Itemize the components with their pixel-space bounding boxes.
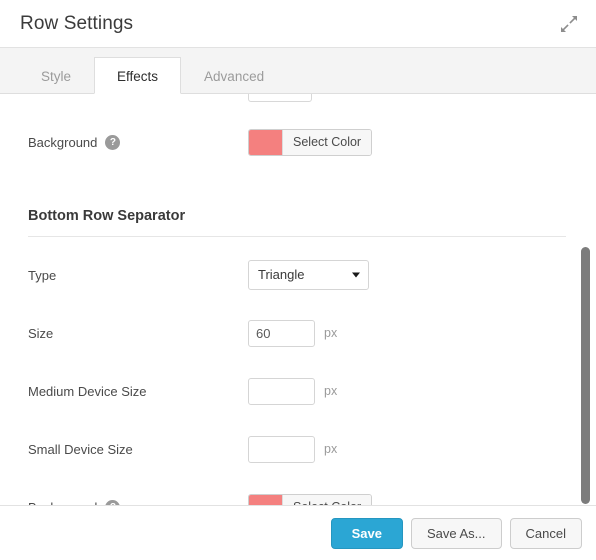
help-circle-icon[interactable]: ? [105,134,121,150]
settings-form: Background ? Select Color Bottom Row Sep… [0,94,596,505]
row-separator-background: Background ? Select Color [28,487,566,505]
separator-background-label-text: Background [28,500,97,506]
tab-advanced[interactable]: Advanced [181,57,287,94]
tab-style[interactable]: Style [18,57,94,94]
control-separator-background: Select Color [248,493,566,505]
small-device-size-label-text: Small Device Size [28,441,133,457]
select-color-button-label[interactable]: Select Color [282,129,372,155]
color-swatch[interactable] [249,494,282,505]
color-picker-separator-background[interactable]: Select Color [248,493,373,505]
type-select-wrapper: Triangle [248,260,369,290]
color-swatch[interactable] [249,129,282,155]
modal-footer: Save Save As... Cancel [0,505,596,560]
modal-header: Row Settings [0,0,596,48]
label-type: Type [28,268,248,283]
size-unit: px [324,326,338,340]
row-size: Size px [28,313,566,353]
medium-device-size-label-text: Medium Device Size [28,383,147,399]
expand-diagonal-icon[interactable] [558,13,580,35]
save-button[interactable]: Save [330,517,403,549]
label-medium-device-size: Medium Device Size [28,384,248,399]
label-background-top: Background ? [28,134,248,150]
tab-bar: Style Effects Advanced [0,48,596,94]
size-input[interactable] [248,319,315,347]
control-background-top: Select Color [248,128,566,156]
row-medium-device-size: Medium Device Size px [28,371,566,411]
background-top-label-text: Background [28,134,98,150]
control-medium-device-size: px [248,377,566,405]
page-title: Row Settings [20,12,134,34]
type-select[interactable]: Triangle [248,260,369,290]
color-picker-background-top[interactable]: Select Color [248,128,373,156]
section-heading-bottom-row-separator: Bottom Row Separator [28,208,566,237]
label-size: Size [28,326,248,341]
cancel-button[interactable]: Cancel [509,517,582,549]
medium-device-size-unit: px [324,384,338,398]
clipped-field-row [28,94,566,104]
control-small-device-size: px [248,435,566,463]
type-label-text: Type [28,267,57,283]
tab-effects[interactable]: Effects [94,57,182,94]
row-type: Type Triangle [28,255,566,295]
control-type: Triangle [248,260,566,290]
help-circle-icon[interactable]: ? [105,499,121,505]
scrollbar-thumb[interactable] [581,247,590,504]
settings-scroll-area: Background ? Select Color Bottom Row Sep… [0,94,596,505]
medium-device-size-input[interactable] [248,377,315,405]
label-separator-background: Background ? [28,499,248,506]
size-label-text: Size [28,325,54,341]
small-device-size-unit: px [324,442,338,456]
row-settings-modal: Row Settings Style Effects Advanced Back… [0,0,596,560]
label-small-device-size: Small Device Size [28,442,248,457]
select-color-button-label[interactable]: Select Color [282,494,372,505]
scrollbar-track[interactable] [581,94,590,505]
save-as-button[interactable]: Save As... [410,517,502,549]
clipped-input[interactable] [248,94,312,102]
row-background-top: Background ? Select Color [28,122,566,162]
row-small-device-size: Small Device Size px [28,429,566,469]
small-device-size-input[interactable] [248,435,315,463]
control-size: px [248,319,566,347]
